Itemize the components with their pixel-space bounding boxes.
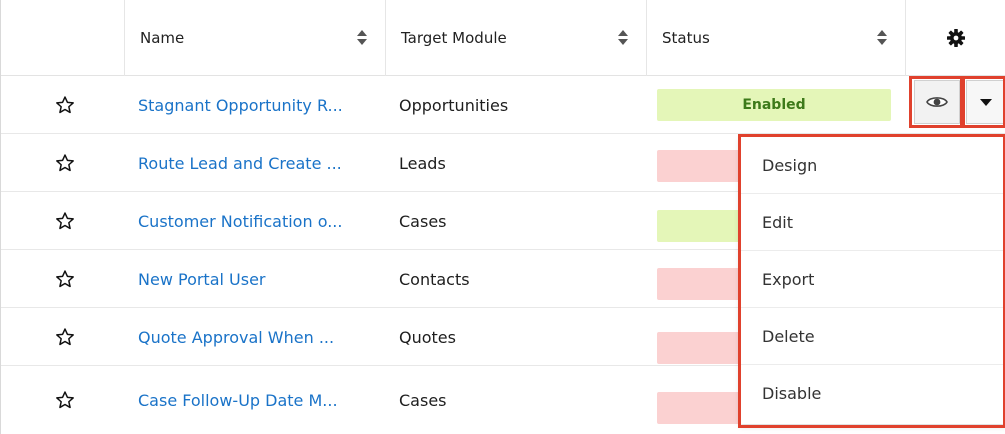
star-outline-icon[interactable]: [55, 153, 75, 173]
header-favorite-column: [1, 0, 124, 76]
favorite-toggle[interactable]: [55, 308, 75, 366]
record-name-link[interactable]: Stagnant Opportunity R...: [138, 76, 343, 134]
star-outline-icon[interactable]: [55, 95, 75, 115]
header-settings[interactable]: [905, 0, 1005, 76]
target-module-value: Contacts: [399, 269, 470, 289]
table-row: Stagnant Opportunity R... Opportunities …: [1, 76, 1005, 134]
target-module-value: Opportunities: [399, 95, 509, 115]
record-name-link[interactable]: Customer Notification o...: [138, 192, 342, 250]
star-outline-icon[interactable]: [55, 327, 75, 347]
sort-arrows-icon[interactable]: [618, 30, 628, 46]
header-name[interactable]: Name: [124, 0, 385, 76]
header-status-label: Status: [662, 29, 710, 47]
favorite-toggle[interactable]: [55, 192, 75, 250]
process-definitions-table: Name Target Module Status Stagnant Oppor…: [0, 0, 1005, 434]
gear-icon[interactable]: [946, 28, 966, 48]
target-module-value: Cases: [399, 390, 447, 410]
table-header: Name Target Module Status: [1, 0, 1005, 76]
record-name-link[interactable]: Quote Approval When ...: [138, 308, 334, 366]
record-name-link[interactable]: Case Follow-Up Date M...: [138, 366, 338, 434]
target-module-value: Quotes: [399, 327, 456, 347]
favorite-toggle[interactable]: [55, 366, 75, 434]
favorite-toggle[interactable]: [55, 76, 75, 134]
target-module-value: Leads: [399, 153, 446, 173]
favorite-toggle[interactable]: [55, 134, 75, 192]
highlight-preview: [909, 76, 963, 128]
header-target-module-label: Target Module: [401, 29, 507, 47]
header-status[interactable]: Status: [646, 0, 905, 76]
favorite-toggle[interactable]: [55, 250, 75, 308]
header-target-module[interactable]: Target Module: [385, 0, 646, 76]
header-name-label: Name: [140, 29, 185, 47]
status-badge: Enabled: [657, 89, 891, 121]
star-outline-icon[interactable]: [55, 211, 75, 231]
star-outline-icon[interactable]: [55, 390, 75, 410]
highlight-actions-menu: [738, 134, 1005, 428]
sort-arrows-icon[interactable]: [357, 30, 367, 46]
sort-arrows-icon[interactable]: [877, 30, 887, 46]
target-module-value: Cases: [399, 211, 447, 231]
record-name-link[interactable]: Route Lead and Create ...: [138, 134, 342, 192]
highlight-actions: [962, 76, 1005, 128]
star-outline-icon[interactable]: [55, 269, 75, 289]
record-name-link[interactable]: New Portal User: [138, 250, 266, 308]
